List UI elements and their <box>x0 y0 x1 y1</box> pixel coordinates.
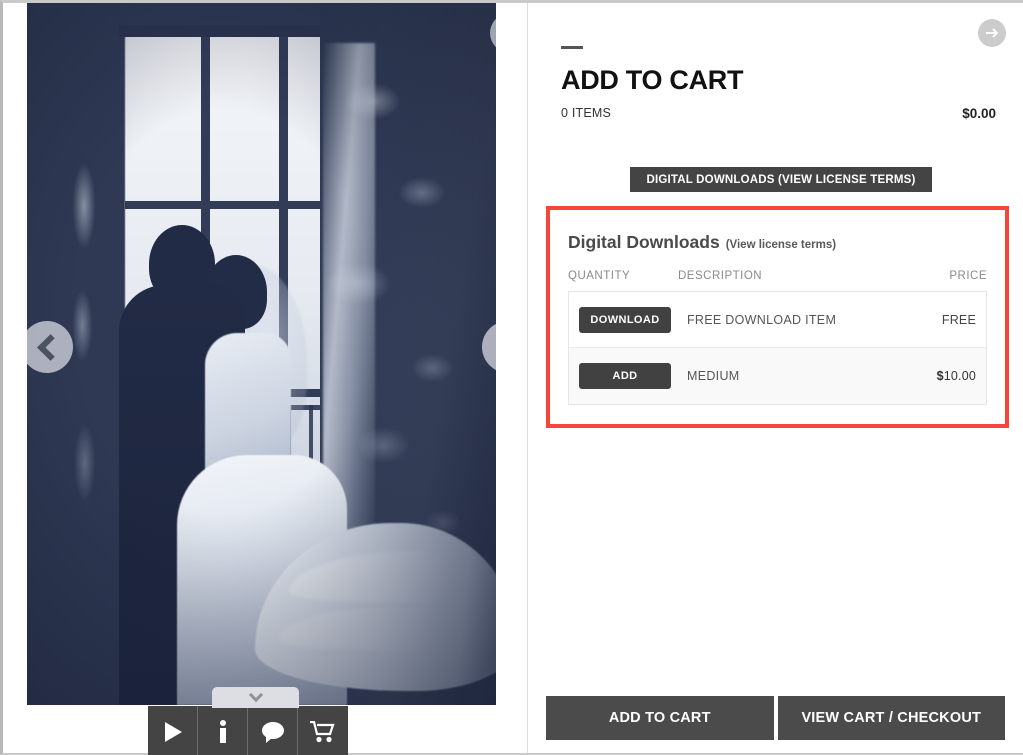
price-amount: 10.00 <box>943 369 976 383</box>
add-to-cart-button[interactable]: ADD TO CART <box>546 696 774 740</box>
row-description: MEDIUM <box>687 369 740 383</box>
downloads-heading-text: Digital Downloads <box>568 232 720 252</box>
column-header-quantity: QUANTITY <box>568 270 631 282</box>
play-icon <box>164 722 182 742</box>
downloads-highlight-box: Digital Downloads (View license terms) Q… <box>546 206 1009 428</box>
cart-panel: ADD TO CART 0 ITEMS $0.00 DIGITAL DOWNLO… <box>527 3 1023 753</box>
wedding-photo <box>27 3 496 705</box>
shopping-cart-icon <box>310 721 335 743</box>
downloads-column-headers: QUANTITY DESCRIPTION PRICE <box>568 270 987 282</box>
row-description: FREE DOWNLOAD ITEM <box>687 312 837 327</box>
chevron-right-icon <box>491 333 496 361</box>
chevron-down-icon <box>248 687 263 703</box>
license-terms-button[interactable]: DIGITAL DOWNLOADS (VIEW LICENSE TERMS) <box>630 167 932 192</box>
items-count: 0 ITEMS <box>561 106 612 120</box>
add-button[interactable]: ADD <box>579 363 671 389</box>
row-price: FREE <box>941 312 976 327</box>
arrow-right-icon <box>986 28 999 38</box>
info-button[interactable] <box>198 706 248 755</box>
vignette-overlay <box>27 3 496 705</box>
title-divider <box>561 46 583 49</box>
column-header-price: PRICE <box>949 270 987 282</box>
expand-toolbar-tab[interactable] <box>212 687 299 708</box>
photo-viewer: ✕ <box>27 3 496 705</box>
cart-total: $0.00 <box>962 106 996 121</box>
price-currency: $ <box>936 369 944 383</box>
cart-action-bar: ADD TO CART VIEW CART / CHECKOUT <box>546 696 1005 740</box>
comment-icon <box>261 722 284 743</box>
downloads-table: DOWNLOAD FREE DOWNLOAD ITEM FREE ADD MED… <box>568 291 987 405</box>
photo-toolbar <box>148 706 368 755</box>
download-button[interactable]: DOWNLOAD <box>579 306 671 333</box>
column-header-description: DESCRIPTION <box>678 270 763 282</box>
cart-button[interactable] <box>298 706 348 755</box>
lightbox-window: ✕ <box>0 0 1023 755</box>
table-row: DOWNLOAD FREE DOWNLOAD ITEM FREE <box>569 292 986 348</box>
digital-downloads-card: Digital Downloads (View license terms) Q… <box>550 210 1005 424</box>
downloads-heading: Digital Downloads (View license terms) <box>568 232 987 253</box>
page-title: ADD TO CART <box>561 65 744 95</box>
view-license-terms-link[interactable]: (View license terms) <box>726 239 836 251</box>
view-cart-checkout-button[interactable]: VIEW CART / CHECKOUT <box>777 696 1005 740</box>
comment-button[interactable] <box>248 706 298 755</box>
panel-next-button[interactable] <box>978 19 1006 47</box>
table-row: ADD MEDIUM $10.00 <box>569 348 986 404</box>
slideshow-button[interactable] <box>148 706 198 755</box>
row-price: $10.00 <box>896 369 976 383</box>
chevron-left-icon <box>36 333 64 361</box>
info-icon <box>219 720 226 743</box>
